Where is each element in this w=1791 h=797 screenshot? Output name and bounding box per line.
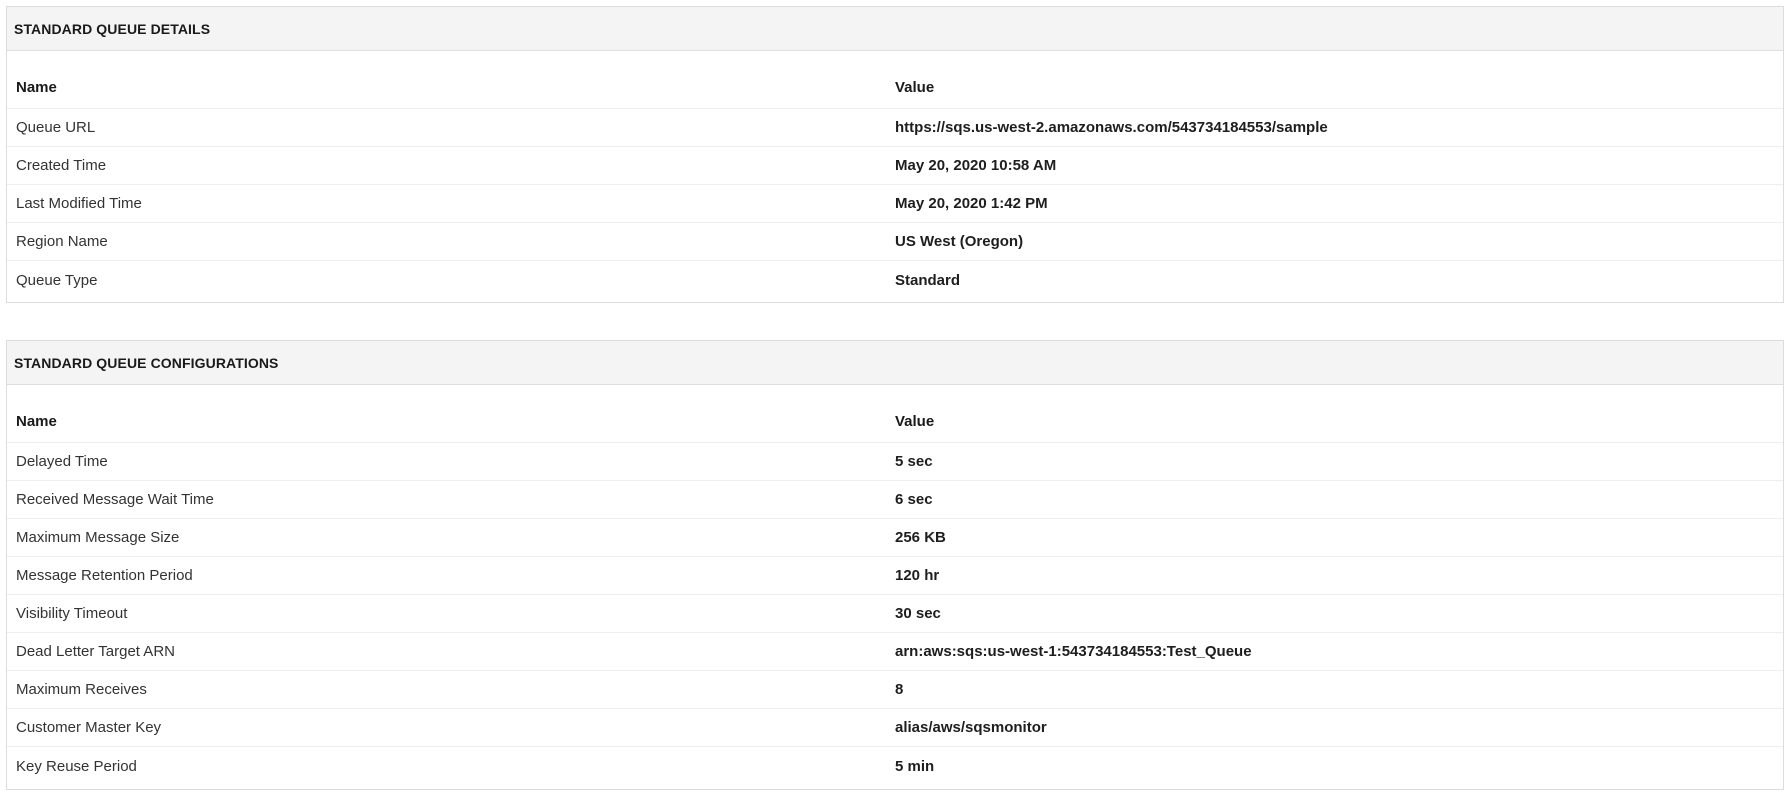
table-row: Received Message Wait Time 6 sec: [7, 481, 1783, 519]
row-value: arn:aws:sqs:us-west-1:543734184553:Test_…: [895, 643, 1252, 660]
column-header-value: Value: [895, 413, 935, 430]
row-name: Created Time: [16, 157, 107, 174]
table-row: Customer Master Key alias/aws/sqsmonitor: [7, 709, 1783, 747]
row-value: May 20, 2020 1:42 PM: [895, 195, 1048, 212]
column-header-name: Name: [16, 413, 57, 430]
row-name: Region Name: [16, 233, 108, 250]
row-name: Delayed Time: [16, 453, 108, 470]
row-name: Dead Letter Target ARN: [16, 643, 175, 660]
table-row: Visibility Timeout 30 sec: [7, 595, 1783, 633]
row-name: Customer Master Key: [16, 719, 162, 736]
column-header-name: Name: [16, 79, 57, 96]
row-value: 5 sec: [895, 453, 933, 470]
table-row: Maximum Receives 8: [7, 671, 1783, 709]
table-row: Maximum Message Size 256 KB: [7, 519, 1783, 557]
row-name: Queue Type: [16, 271, 98, 289]
row-name: Visibility Timeout: [16, 605, 128, 622]
row-value: May 20, 2020 10:58 AM: [895, 157, 1057, 174]
table-header-row: Name Value: [7, 77, 1783, 109]
queue-details-panel: STANDARD QUEUE DETAILS Name Value Queue …: [6, 6, 1784, 303]
table-row: Dead Letter Target ARN arn:aws:sqs:us-we…: [7, 633, 1783, 671]
row-value: 30 sec: [895, 605, 941, 622]
row-value: US West (Oregon): [895, 233, 1024, 250]
table-row: Queue Type Standard: [7, 261, 1783, 299]
row-name: Last Modified Time: [16, 195, 142, 212]
row-name: Received Message Wait Time: [16, 491, 214, 508]
row-name: Key Reuse Period: [16, 757, 137, 775]
queue-details-table: Name Value Queue URL https://sqs.us-west…: [7, 51, 1783, 299]
row-value: alias/aws/sqsmonitor: [895, 719, 1047, 736]
queue-details-header: STANDARD QUEUE DETAILS: [7, 7, 1783, 51]
table-row: Key Reuse Period 5 min: [7, 747, 1783, 785]
table-row: Queue URL https://sqs.us-west-2.amazonaw…: [7, 109, 1783, 147]
row-value: 5 min: [895, 757, 935, 775]
row-value: 6 sec: [895, 491, 933, 508]
table-header-row: Name Value: [7, 411, 1783, 443]
row-name: Message Retention Period: [16, 567, 193, 584]
queue-configurations-panel: STANDARD QUEUE CONFIGURATIONS Name Value…: [6, 340, 1784, 790]
row-name: Maximum Message Size: [16, 529, 180, 546]
table-row: Region Name US West (Oregon): [7, 223, 1783, 261]
row-value: Standard: [895, 271, 961, 289]
table-row: Created Time May 20, 2020 10:58 AM: [7, 147, 1783, 185]
row-name: Maximum Receives: [16, 681, 147, 698]
column-header-value: Value: [895, 79, 935, 96]
table-row: Last Modified Time May 20, 2020 1:42 PM: [7, 185, 1783, 223]
queue-configurations-header: STANDARD QUEUE CONFIGURATIONS: [7, 341, 1783, 385]
row-value: 256 KB: [895, 529, 946, 546]
queue-configurations-table: Name Value Delayed Time 5 sec Received M…: [7, 385, 1783, 785]
row-name: Queue URL: [16, 119, 96, 136]
row-value: 120 hr: [895, 567, 940, 584]
table-row: Delayed Time 5 sec: [7, 443, 1783, 481]
table-row: Message Retention Period 120 hr: [7, 557, 1783, 595]
row-value: https://sqs.us-west-2.amazonaws.com/5437…: [895, 119, 1328, 136]
row-value: 8: [895, 681, 904, 698]
